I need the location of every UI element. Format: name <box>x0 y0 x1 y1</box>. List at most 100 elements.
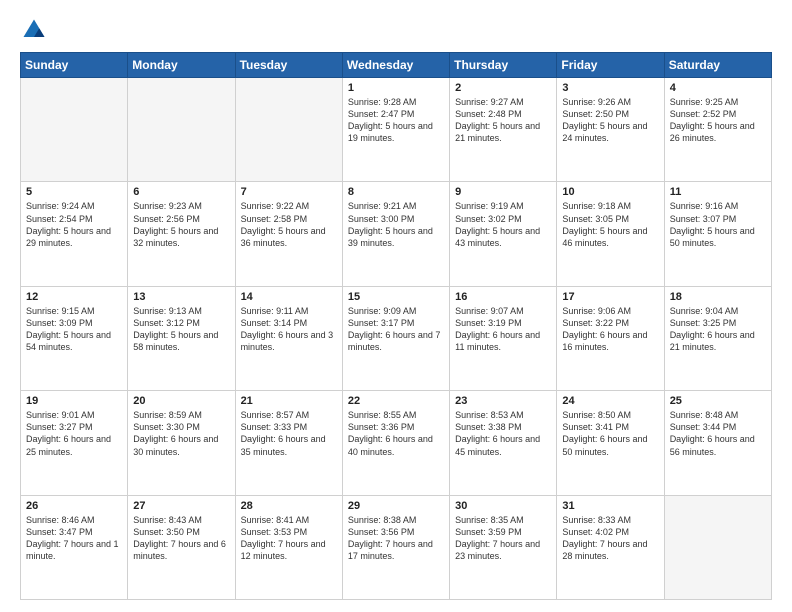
day-number: 9 <box>455 186 551 198</box>
calendar-weekday-friday: Friday <box>557 53 664 78</box>
day-info: Sunrise: 8:38 AMSunset: 3:56 PMDaylight:… <box>348 514 444 563</box>
calendar-cell: 2 Sunrise: 9:27 AMSunset: 2:48 PMDaylight… <box>450 78 557 182</box>
calendar-week-row: 12 Sunrise: 9:15 AMSunset: 3:09 PMDayligh… <box>21 286 772 390</box>
calendar-cell: 1Sunrise: 9:28 AMSunset: 2:47 PMDaylight… <box>342 78 449 182</box>
day-info: Sunrise: 9:04 AMSunset: 3:25 PMDaylight:… <box>670 305 766 354</box>
calendar-cell: 9 Sunrise: 9:19 AMSunset: 3:02 PMDaylight… <box>450 182 557 286</box>
day-info: Sunrise: 9:15 AMSunset: 3:09 PMDaylight:… <box>26 305 122 354</box>
calendar-cell: 4 Sunrise: 9:25 AMSunset: 2:52 PMDaylight… <box>664 78 771 182</box>
calendar-cell: 18 Sunrise: 9:04 AMSunset: 3:25 PMDayligh… <box>664 286 771 390</box>
calendar-week-row: 5Sunrise: 9:24 AMSunset: 2:54 PMDaylight… <box>21 182 772 286</box>
calendar-cell: 26Sunrise: 8:46 AMSunset: 3:47 PMDayligh… <box>21 495 128 599</box>
logo-icon <box>20 16 48 44</box>
calendar-cell: 3 Sunrise: 9:26 AMSunset: 2:50 PMDaylight… <box>557 78 664 182</box>
calendar-cell: 24 Sunrise: 8:50 AMSunset: 3:41 PMDayligh… <box>557 391 664 495</box>
day-info: Sunrise: 8:35 AMSunset: 3:59 PMDaylight:… <box>455 514 551 563</box>
day-number: 30 <box>455 500 551 512</box>
day-number: 3 <box>562 82 658 94</box>
calendar-cell: 21 Sunrise: 8:57 AMSunset: 3:33 PMDayligh… <box>235 391 342 495</box>
calendar-cell <box>235 78 342 182</box>
calendar-week-row: 19Sunrise: 9:01 AMSunset: 3:27 PMDayligh… <box>21 391 772 495</box>
day-number: 18 <box>670 291 766 303</box>
day-info: Sunrise: 9:18 AMSunset: 3:05 PMDaylight:… <box>562 200 658 249</box>
day-info: Sunrise: 9:23 AMSunset: 2:56 PMDaylight:… <box>133 200 229 249</box>
day-info: Sunrise: 9:16 AMSunset: 3:07 PMDaylight:… <box>670 200 766 249</box>
day-number: 17 <box>562 291 658 303</box>
day-info: Sunrise: 9:27 AMSunset: 2:48 PMDaylight:… <box>455 96 551 145</box>
day-number: 24 <box>562 395 658 407</box>
day-info: Sunrise: 9:06 AMSunset: 3:22 PMDaylight:… <box>562 305 658 354</box>
calendar-cell: 19Sunrise: 9:01 AMSunset: 3:27 PMDayligh… <box>21 391 128 495</box>
calendar-week-row: 26Sunrise: 8:46 AMSunset: 3:47 PMDayligh… <box>21 495 772 599</box>
calendar-cell <box>21 78 128 182</box>
calendar-weekday-saturday: Saturday <box>664 53 771 78</box>
day-number: 28 <box>241 500 337 512</box>
day-info: Sunrise: 9:21 AMSunset: 3:00 PMDaylight:… <box>348 200 444 249</box>
day-info: Sunrise: 8:55 AMSunset: 3:36 PMDaylight:… <box>348 409 444 458</box>
calendar-cell <box>128 78 235 182</box>
calendar-cell: 7 Sunrise: 9:22 AMSunset: 2:58 PMDaylight… <box>235 182 342 286</box>
calendar-cell: 6 Sunrise: 9:23 AMSunset: 2:56 PMDaylight… <box>128 182 235 286</box>
header <box>20 16 772 44</box>
calendar-cell: 15 Sunrise: 9:09 AMSunset: 3:17 PMDayligh… <box>342 286 449 390</box>
page: SundayMondayTuesdayWednesdayThursdayFrid… <box>0 0 792 612</box>
day-number: 13 <box>133 291 229 303</box>
day-info: Sunrise: 9:26 AMSunset: 2:50 PMDaylight:… <box>562 96 658 145</box>
day-info: Sunrise: 9:11 AMSunset: 3:14 PMDaylight:… <box>241 305 337 354</box>
calendar-cell: 12 Sunrise: 9:15 AMSunset: 3:09 PMDayligh… <box>21 286 128 390</box>
calendar-weekday-sunday: Sunday <box>21 53 128 78</box>
day-number: 6 <box>133 186 229 198</box>
calendar-table: SundayMondayTuesdayWednesdayThursdayFrid… <box>20 52 772 600</box>
calendar-weekday-tuesday: Tuesday <box>235 53 342 78</box>
day-number: 31 <box>562 500 658 512</box>
day-number: 22 <box>348 395 444 407</box>
day-info: Sunrise: 8:50 AMSunset: 3:41 PMDaylight:… <box>562 409 658 458</box>
calendar-cell: 20 Sunrise: 8:59 AMSunset: 3:30 PMDayligh… <box>128 391 235 495</box>
calendar-cell: 11 Sunrise: 9:16 AMSunset: 3:07 PMDayligh… <box>664 182 771 286</box>
day-info: Sunrise: 8:48 AMSunset: 3:44 PMDaylight:… <box>670 409 766 458</box>
calendar-cell: 13 Sunrise: 9:13 AMSunset: 3:12 PMDayligh… <box>128 286 235 390</box>
calendar-cell: 10Sunrise: 9:18 AMSunset: 3:05 PMDayligh… <box>557 182 664 286</box>
calendar-cell: 5Sunrise: 9:24 AMSunset: 2:54 PMDaylight… <box>21 182 128 286</box>
day-info: Sunrise: 9:19 AMSunset: 3:02 PMDaylight:… <box>455 200 551 249</box>
day-number: 20 <box>133 395 229 407</box>
calendar-weekday-monday: Monday <box>128 53 235 78</box>
calendar-cell: 14 Sunrise: 9:11 AMSunset: 3:14 PMDayligh… <box>235 286 342 390</box>
day-number: 2 <box>455 82 551 94</box>
day-info: Sunrise: 9:13 AMSunset: 3:12 PMDaylight:… <box>133 305 229 354</box>
calendar-cell: 16 Sunrise: 9:07 AMSunset: 3:19 PMDayligh… <box>450 286 557 390</box>
day-info: Sunrise: 9:09 AMSunset: 3:17 PMDaylight:… <box>348 305 444 354</box>
day-info: Sunrise: 8:43 AMSunset: 3:50 PMDaylight:… <box>133 514 229 563</box>
day-number: 23 <box>455 395 551 407</box>
calendar-weekday-thursday: Thursday <box>450 53 557 78</box>
day-number: 25 <box>670 395 766 407</box>
logo <box>20 16 52 44</box>
day-number: 15 <box>348 291 444 303</box>
calendar-weekday-wednesday: Wednesday <box>342 53 449 78</box>
day-info: Sunrise: 8:46 AMSunset: 3:47 PMDaylight:… <box>26 514 122 563</box>
day-number: 1 <box>348 82 444 94</box>
day-info: Sunrise: 8:59 AMSunset: 3:30 PMDaylight:… <box>133 409 229 458</box>
day-number: 21 <box>241 395 337 407</box>
day-info: Sunrise: 8:41 AMSunset: 3:53 PMDaylight:… <box>241 514 337 563</box>
day-info: Sunrise: 8:33 AMSunset: 4:02 PMDaylight:… <box>562 514 658 563</box>
calendar-cell: 8Sunrise: 9:21 AMSunset: 3:00 PMDaylight… <box>342 182 449 286</box>
calendar-cell: 27Sunrise: 8:43 AMSunset: 3:50 PMDayligh… <box>128 495 235 599</box>
calendar-cell: 22 Sunrise: 8:55 AMSunset: 3:36 PMDayligh… <box>342 391 449 495</box>
day-info: Sunrise: 8:57 AMSunset: 3:33 PMDaylight:… <box>241 409 337 458</box>
day-number: 7 <box>241 186 337 198</box>
calendar-cell: 23Sunrise: 8:53 AMSunset: 3:38 PMDayligh… <box>450 391 557 495</box>
day-number: 19 <box>26 395 122 407</box>
calendar-header-row: SundayMondayTuesdayWednesdayThursdayFrid… <box>21 53 772 78</box>
day-number: 4 <box>670 82 766 94</box>
day-info: Sunrise: 9:25 AMSunset: 2:52 PMDaylight:… <box>670 96 766 145</box>
calendar-cell: 30 Sunrise: 8:35 AMSunset: 3:59 PMDayligh… <box>450 495 557 599</box>
calendar-cell: 17 Sunrise: 9:06 AMSunset: 3:22 PMDayligh… <box>557 286 664 390</box>
calendar-cell: 28 Sunrise: 8:41 AMSunset: 3:53 PMDayligh… <box>235 495 342 599</box>
day-number: 14 <box>241 291 337 303</box>
day-number: 12 <box>26 291 122 303</box>
day-info: Sunrise: 9:22 AMSunset: 2:58 PMDaylight:… <box>241 200 337 249</box>
day-number: 16 <box>455 291 551 303</box>
day-number: 11 <box>670 186 766 198</box>
day-info: Sunrise: 9:07 AMSunset: 3:19 PMDaylight:… <box>455 305 551 354</box>
